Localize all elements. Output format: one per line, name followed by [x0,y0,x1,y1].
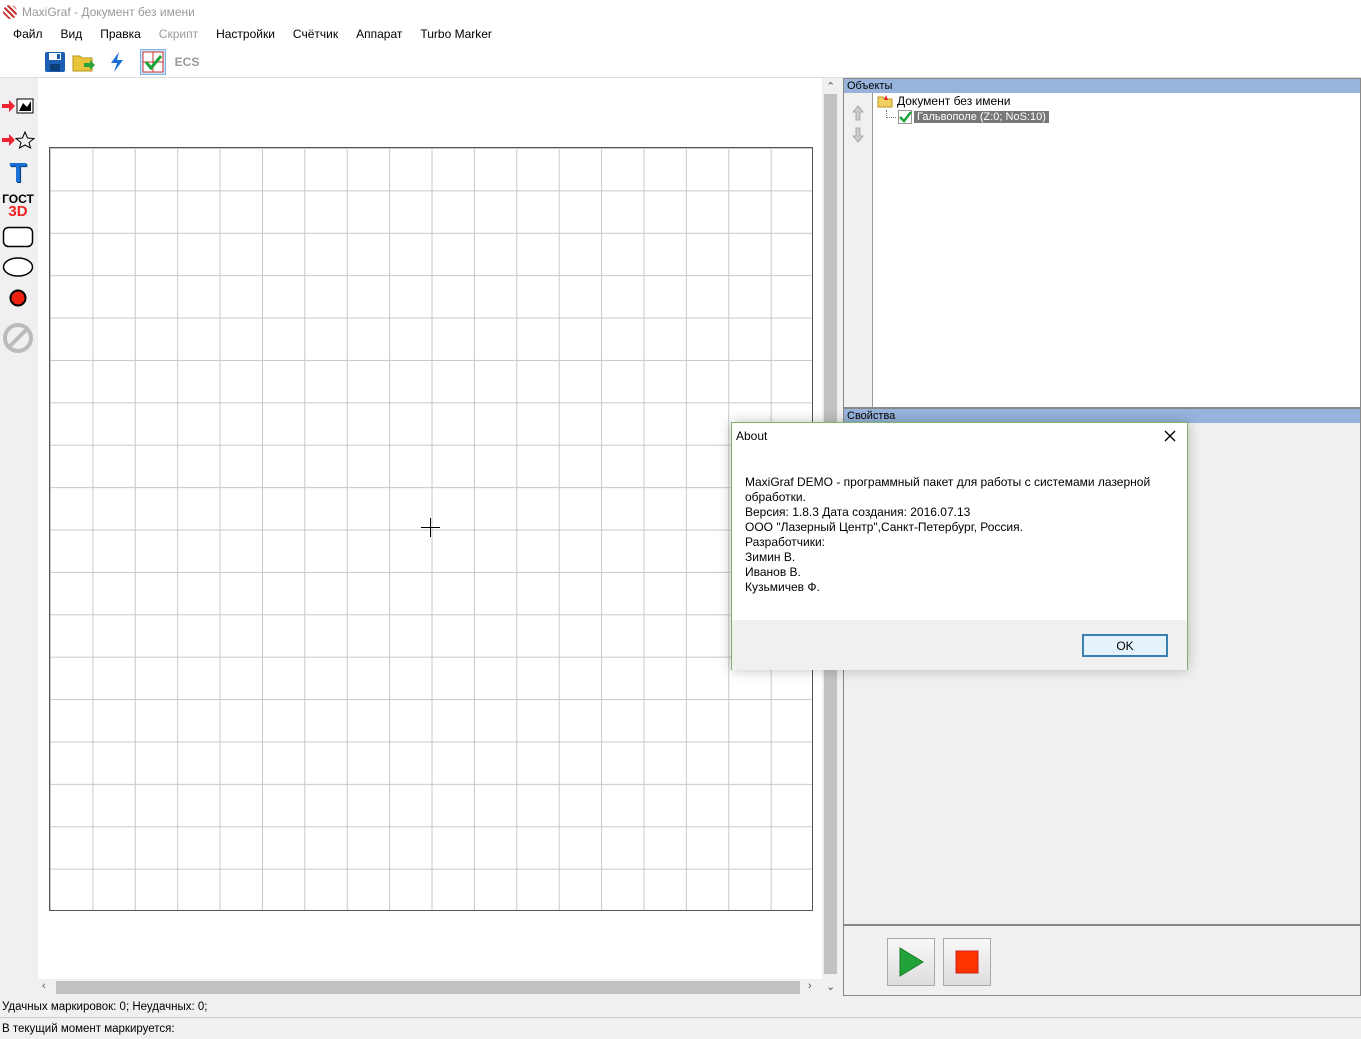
menu-turbo-marker[interactable]: Turbo Marker [411,23,501,45]
lightning-icon [111,52,123,72]
ecs-button[interactable]: ECS [174,49,200,75]
scroll-down-icon[interactable]: ⌄ [826,980,835,993]
ecs-icon: ECS [174,55,200,69]
menu-settings[interactable]: Настройки [207,23,284,45]
objects-side-toolbar [844,93,873,407]
menu-file[interactable]: Файл [4,23,52,45]
tree-item-document[interactable]: Документ без имени [877,93,1011,109]
toolbar: ECS [0,45,1361,78]
menu-script[interactable]: Скрипт [150,23,207,45]
dialog-line-developers: Разработчики: [745,535,826,549]
rectangle-tool-button[interactable] [0,226,36,248]
tree-item-document-label: Документ без имени [897,94,1011,108]
crosshair-cursor-vertical [430,518,431,537]
dialog-close-button[interactable] [1159,425,1181,447]
prohibited-icon [3,323,33,353]
dialog-line-company: ООО "Лазерный Центр",Санкт-Петербург, Ро… [745,520,1023,534]
control-panel [843,925,1361,996]
tree-item-galvofield-label: Гальвополе (Z:0; NoS:10) [914,111,1049,123]
play-icon [899,947,924,977]
check-icon [898,110,912,124]
menu-view[interactable]: Вид [52,23,92,45]
dialog-title: About [736,429,768,443]
open-folder-icon [72,55,95,72]
objects-panel: Объекты Документ без имени Гальвополе (Z… [843,78,1361,408]
scroll-right-icon[interactable]: › [808,980,812,992]
status-currently-marking: В текущий момент маркируется: [0,1019,1361,1039]
move-down-icon[interactable] [851,127,865,143]
open-button[interactable] [71,49,97,75]
red-dot-icon [9,289,27,307]
dialog-line-description: MaxiGraf DEMO - программный пакет для ра… [745,475,1151,504]
work-field-grid[interactable] [49,147,813,911]
star-arrow-icon [2,131,35,149]
title-bar: MaxiGraf - Документ без имени [0,0,1361,23]
menu-bar: Файл Вид Правка Скрипт Настройки Счётчик… [0,23,1361,45]
app-logo-icon [3,4,17,19]
close-icon [1164,430,1176,442]
properties-panel-header: Свойства [844,409,1360,423]
gost-3d-tool-button[interactable]: ГОСТ 3D [0,191,36,221]
bounds-toggle-button[interactable] [140,49,166,75]
dialog-line-dev-2: Иванов В. [745,565,801,579]
dialog-line-dev-1: Зимин В. [745,550,796,564]
gost-3d-label: 3D [8,203,28,220]
point-tool-button[interactable] [0,288,36,308]
ellipse-tool-button[interactable] [0,256,36,278]
start-button[interactable] [887,938,935,986]
menu-device[interactable]: Аппарат [347,23,411,45]
dialog-line-dev-3: Кузьмичев Ф. [745,580,820,594]
rounded-rectangle-icon [2,226,34,248]
image-arrow-icon [2,98,34,114]
dialog-footer: OK [732,620,1187,670]
raster-tool-button[interactable] [0,96,36,116]
menu-edit[interactable]: Правка [91,23,150,45]
text-t-icon: T [9,157,27,188]
mark-button[interactable] [104,49,130,75]
menu-counter[interactable]: Счётчик [284,23,347,45]
status-mark-counts: Удачных маркировок: 0; Неудачных: 0; [0,997,1361,1018]
dialog-line-version: Версия: 1.8.3 Дата создания: 2016.07.13 [745,505,971,519]
horizontal-scroll-thumb[interactable] [56,981,800,994]
stop-icon [955,950,979,974]
vector-tool-button[interactable] [0,130,36,150]
disabled-tool-button[interactable] [0,321,36,355]
left-tool-strip: T ГОСТ 3D [0,78,38,995]
ok-button[interactable]: OK [1082,634,1168,657]
scroll-up-icon[interactable]: ⌃ [826,80,835,93]
save-button[interactable] [42,49,68,75]
ellipse-icon [2,257,34,277]
document-icon [877,95,893,108]
checkbox-grid-icon [142,51,164,73]
stop-button[interactable] [943,938,991,986]
about-dialog: About MaxiGraf DEMO - программный пакет … [731,422,1188,670]
save-icon [45,52,65,72]
tree-item-galvofield[interactable]: Гальвополе (Z:0; NoS:10) [886,109,1049,125]
move-up-icon[interactable] [851,105,865,121]
tree-connector [886,110,896,118]
objects-tree: Документ без имени Гальвополе (Z:0; NoS:… [874,93,1360,407]
dialog-message: MaxiGraf DEMO - программный пакет для ра… [745,475,1165,595]
scroll-left-icon[interactable]: ‹ [42,980,46,992]
window-title: MaxiGraf - Документ без имени [22,4,195,19]
objects-panel-header: Объекты [844,79,1360,93]
text-tool-button[interactable]: T [0,158,36,188]
horizontal-scrollbar[interactable]: ‹ › [38,979,822,996]
